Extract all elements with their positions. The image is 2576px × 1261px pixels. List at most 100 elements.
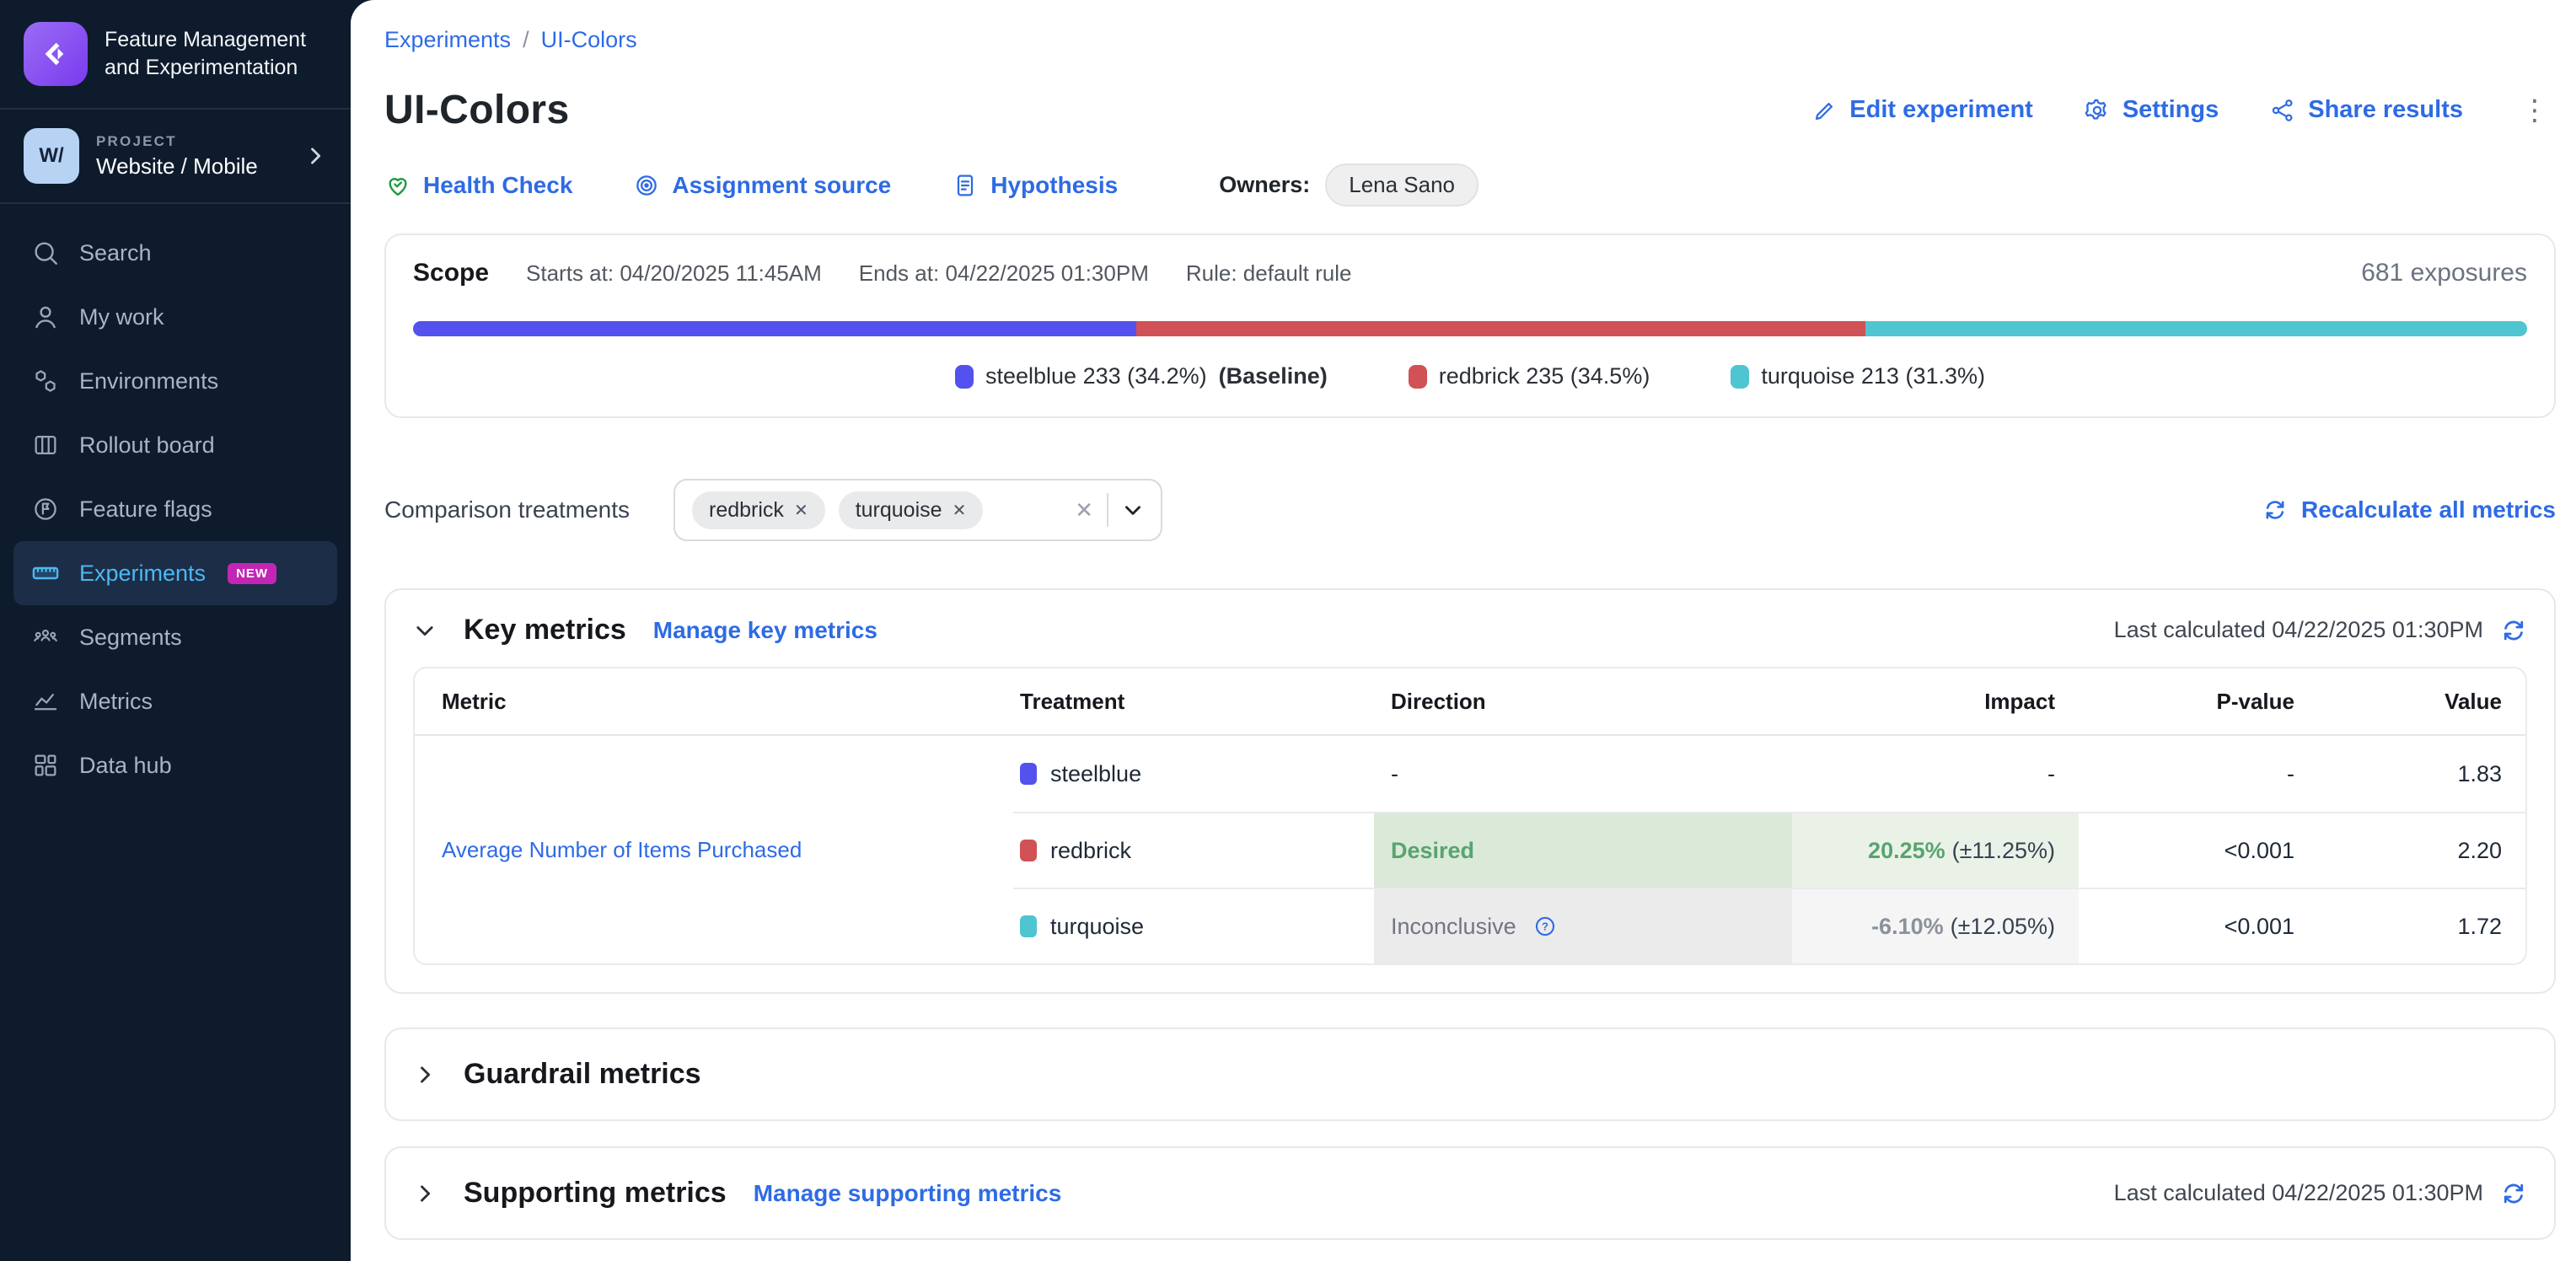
- sidebar: Feature Management and Experimentation W…: [0, 0, 351, 1261]
- last-calculated-text: Last calculated 04/22/2025 01:30PM: [2114, 1180, 2483, 1206]
- pvalue-cell: <0.001: [2079, 813, 2318, 888]
- impact-cell: -6.10% (±12.05%): [1792, 889, 2079, 963]
- board-columns-icon: [30, 430, 61, 460]
- scope-ends: Ends at: 04/22/2025 01:30PM: [859, 260, 1149, 287]
- treatment-name: redbrick: [1050, 838, 1131, 864]
- document-icon: [952, 172, 979, 199]
- refresh-icon[interactable]: [2500, 1180, 2527, 1207]
- sidebar-item-feature-flags[interactable]: Feature flags: [13, 477, 337, 541]
- health-check-link[interactable]: Health Check: [384, 172, 572, 199]
- breadcrumb-parent-link[interactable]: Experiments: [384, 27, 511, 53]
- pvalue-cell: -: [2079, 736, 2318, 812]
- treatment-cell: redbrick: [1013, 813, 1374, 888]
- owners: Owners: Lena Sano: [1219, 164, 1479, 207]
- gear-icon: [2084, 97, 2111, 124]
- sidebar-item-search[interactable]: Search: [13, 221, 337, 285]
- collapse-chevron-down-icon[interactable]: [413, 619, 437, 642]
- ruler-icon: [30, 558, 61, 588]
- hypothesis-label: Hypothesis: [990, 172, 1118, 199]
- supporting-metrics-meta: Last calculated 04/22/2025 01:30PM: [2114, 1180, 2527, 1207]
- impact-cell: -: [1792, 736, 2079, 812]
- key-metrics-meta: Last calculated 04/22/2025 01:30PM: [2114, 617, 2527, 644]
- chevron-down-icon[interactable]: [1122, 499, 1144, 521]
- sidebar-item-data-hub[interactable]: Data hub: [13, 733, 337, 797]
- starts-label: Starts at:: [526, 260, 614, 286]
- direction-cell: Inconclusive ?: [1374, 889, 1792, 963]
- project-switcher[interactable]: W/ PROJECT Website / Mobile: [0, 110, 351, 204]
- column-header-value: Value: [2318, 689, 2525, 715]
- legend-swatch: [1731, 365, 1749, 389]
- comparison-treatments-select[interactable]: redbrick ✕ turquoise ✕ ✕: [674, 479, 1162, 541]
- value-cell: 1.72: [2318, 889, 2525, 963]
- edit-experiment-label: Edit experiment: [1849, 96, 2033, 124]
- people-group-icon: [30, 622, 61, 652]
- edit-experiment-button[interactable]: Edit experiment: [1812, 96, 2033, 124]
- sidebar-item-my-work[interactable]: My work: [13, 285, 337, 349]
- treatment-cell: steelblue: [1013, 736, 1374, 812]
- title-row: UI-Colors Edit experiment Settings: [384, 87, 2556, 133]
- distribution-segment-steelblue: [413, 321, 1136, 336]
- collapse-chevron-right-icon[interactable]: [413, 1182, 437, 1205]
- distribution-segment-turquoise: [1865, 321, 2527, 336]
- search-icon: [30, 238, 61, 268]
- clear-selection-icon[interactable]: ✕: [1075, 497, 1093, 523]
- share-results-button[interactable]: Share results: [2269, 96, 2463, 124]
- treatment-cell: turquoise: [1013, 889, 1374, 963]
- value-cell: 1.83: [2318, 736, 2525, 812]
- breadcrumb-current-link[interactable]: UI-Colors: [541, 27, 637, 53]
- split-logo-icon: [24, 22, 88, 86]
- treatment-chip-turquoise[interactable]: turquoise ✕: [839, 491, 984, 529]
- sidebar-item-rollout-board[interactable]: Rollout board: [13, 413, 337, 477]
- assignment-source-link[interactable]: Assignment source: [633, 172, 891, 199]
- select-divider: [1107, 493, 1108, 527]
- more-options-button[interactable]: ⋮: [2514, 94, 2556, 127]
- sidebar-item-segments[interactable]: Segments: [13, 605, 337, 669]
- settings-button[interactable]: Settings: [2084, 96, 2219, 124]
- column-header-pvalue: P-value: [2079, 689, 2318, 715]
- column-header-direction: Direction: [1374, 689, 1792, 715]
- refresh-icon[interactable]: [2500, 617, 2527, 644]
- assignment-source-label: Assignment source: [672, 172, 891, 199]
- refresh-icon: [2262, 497, 2288, 523]
- metric-name-link[interactable]: Average Number of Items Purchased: [442, 837, 802, 863]
- recalculate-all-metrics-button[interactable]: Recalculate all metrics: [2262, 496, 2556, 523]
- impact-value: -: [2047, 761, 2055, 787]
- legend-swatch: [955, 365, 974, 389]
- remove-chip-icon[interactable]: ✕: [953, 500, 967, 521]
- hypothesis-link[interactable]: Hypothesis: [952, 172, 1118, 199]
- share-icon: [2269, 97, 2296, 124]
- manage-supporting-metrics-link[interactable]: Manage supporting metrics: [754, 1180, 1062, 1207]
- scope-rule: Rule: default rule: [1186, 260, 1352, 287]
- exposures-count: 681 exposures: [2361, 259, 2527, 287]
- help-question-icon[interactable]: ?: [1533, 915, 1557, 938]
- project-badge: W/: [24, 128, 79, 184]
- owner-chip[interactable]: Lena Sano: [1325, 164, 1479, 207]
- remove-chip-icon[interactable]: ✕: [794, 500, 808, 521]
- sidebar-item-label: Data hub: [79, 753, 172, 779]
- table-row: redbrick Desired 20.25% (±11.25%) <0.001…: [1013, 812, 2525, 888]
- project-eyebrow: PROJECT: [96, 133, 287, 150]
- manage-key-metrics-link[interactable]: Manage key metrics: [653, 617, 877, 644]
- scope-title: Scope: [413, 259, 489, 287]
- ends-label: Ends at:: [859, 260, 939, 286]
- comparison-row: Comparison treatments redbrick ✕ turquoi…: [384, 479, 2556, 541]
- breadcrumb-separator: /: [523, 27, 529, 53]
- treatment-chip-redbrick[interactable]: redbrick ✕: [692, 491, 825, 529]
- sidebar-item-metrics[interactable]: Metrics: [13, 669, 337, 733]
- sidebar-item-environments[interactable]: Environments: [13, 349, 337, 413]
- direction-cell: -: [1374, 736, 1792, 812]
- table-header-row: Metric Treatment Direction Impact P-valu…: [415, 668, 2525, 736]
- product-header: Feature Management and Experimentation: [0, 0, 351, 110]
- flag-circle-icon: [30, 494, 61, 524]
- sidebar-item-label: Rollout board: [79, 432, 215, 459]
- sidebar-item-label: Search: [79, 240, 152, 266]
- project-name: Website / Mobile: [96, 153, 287, 180]
- legend-item-turquoise: turquoise 213 (31.3%): [1731, 363, 1985, 389]
- user-icon: [30, 302, 61, 332]
- collapse-chevron-right-icon[interactable]: [413, 1063, 437, 1087]
- sidebar-item-experiments[interactable]: Experiments NEW: [13, 541, 337, 605]
- ends-value: 04/22/2025 01:30PM: [945, 260, 1148, 286]
- project-text: PROJECT Website / Mobile: [96, 133, 287, 180]
- chevron-right-icon: [303, 144, 327, 168]
- chip-label: redbrick: [709, 498, 784, 523]
